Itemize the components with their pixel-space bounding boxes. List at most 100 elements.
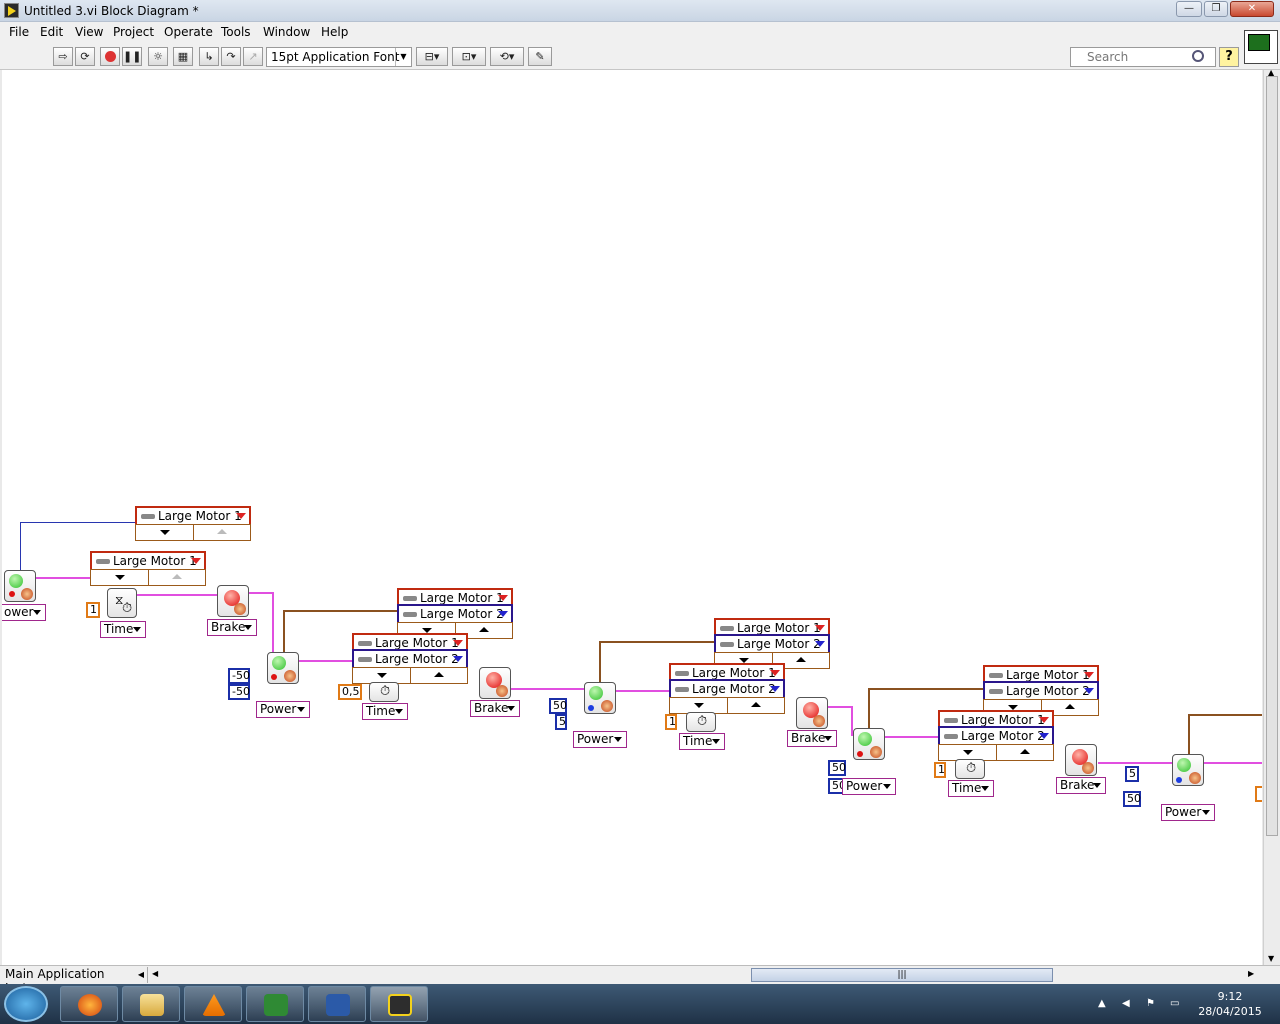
mode-selector[interactable]: Time: [362, 703, 408, 720]
wait-time-block[interactable]: ⧖ ⏱: [107, 588, 137, 618]
pause-icon[interactable]: ❚❚: [122, 47, 142, 66]
mode-selector[interactable]: Power: [573, 731, 627, 748]
menu-project[interactable]: Project: [113, 25, 154, 39]
brake-block[interactable]: [217, 585, 249, 617]
brake-block[interactable]: [1065, 744, 1097, 776]
mode-selector[interactable]: Time: [948, 780, 994, 797]
mode-selector[interactable]: ower: [2, 604, 46, 621]
move-tank-block[interactable]: [853, 728, 885, 760]
block-diagram-canvas[interactable]: ower Large Motor 1 Large Motor 1 1 ⧖ ⏱ Ti…: [2, 70, 1262, 966]
minimize-button[interactable]: —: [1176, 1, 1202, 17]
mode-selector[interactable]: Power: [256, 701, 310, 718]
numeric-constant[interactable]: 50: [549, 698, 567, 714]
close-button[interactable]: ✕: [1230, 1, 1274, 17]
clock[interactable]: 9:12 28/04/2015: [1190, 989, 1270, 1019]
port-selector[interactable]: Large Motor 2: [397, 604, 513, 624]
step-over-icon[interactable]: ↷: [221, 47, 241, 66]
show-hidden-icons-icon[interactable]: ▲: [1098, 998, 1110, 1010]
move-tank-block[interactable]: [4, 570, 36, 602]
mode-selector[interactable]: Power: [1161, 804, 1215, 821]
mode-selector[interactable]: Time: [679, 733, 725, 750]
distribute-objects-icon[interactable]: ⊡▾: [452, 47, 486, 66]
firefox-task[interactable]: [60, 986, 118, 1022]
menu-edit[interactable]: Edit: [40, 25, 63, 39]
word-task[interactable]: [308, 986, 366, 1022]
action-center-icon[interactable]: ⚑: [1146, 998, 1158, 1010]
port-selector[interactable]: Large Motor 1: [90, 551, 206, 571]
vertical-scrollbar[interactable]: ▲ ▼: [1263, 68, 1280, 966]
numeric-constant[interactable]: -50: [228, 684, 250, 700]
context-help-button[interactable]: ?: [1219, 47, 1239, 67]
maximize-button[interactable]: ❐: [1204, 1, 1228, 17]
port-selector[interactable]: Large Motor 2: [983, 681, 1099, 701]
menu-help[interactable]: Help: [321, 25, 348, 39]
port-selector[interactable]: Large Motor 2: [714, 634, 830, 654]
explorer-task[interactable]: [122, 986, 180, 1022]
numeric-constant[interactable]: 50: [828, 760, 846, 776]
abort-icon[interactable]: [100, 47, 120, 66]
align-objects-icon[interactable]: ⊟▾: [416, 47, 448, 66]
wait-time-block[interactable]: ⏱: [955, 759, 985, 779]
move-steering-block[interactable]: [584, 682, 616, 714]
application-instance[interactable]: Main Application Instance◀: [2, 967, 148, 995]
numeric-constant[interactable]: 5: [555, 714, 567, 730]
scroll-thumb[interactable]: [1266, 76, 1278, 836]
step-into-icon[interactable]: ↳: [199, 47, 219, 66]
port-selector[interactable]: Large Motor 2: [669, 679, 785, 699]
numeric-constant[interactable]: 1: [934, 762, 946, 778]
reorder-icon[interactable]: ⟲▾: [490, 47, 524, 66]
run-continuously-icon[interactable]: ⟳: [75, 47, 95, 66]
arrow-left-icon[interactable]: ◀: [152, 969, 158, 978]
port-selector[interactable]: Large Motor 1: [135, 506, 251, 526]
numeric-constant[interactable]: -50: [228, 668, 250, 684]
run-arrow-icon[interactable]: ⇨: [53, 47, 73, 66]
direction-selector[interactable]: [938, 744, 1054, 761]
clean-up-diagram-icon[interactable]: ✎: [528, 47, 552, 66]
mode-selector[interactable]: Brake: [1056, 777, 1106, 794]
numeric-constant[interactable]: 50: [1123, 791, 1141, 807]
labview-task[interactable]: [370, 986, 428, 1022]
menu-tools[interactable]: Tools: [221, 25, 251, 39]
search-icon[interactable]: [1192, 50, 1204, 62]
horizontal-scrollbar[interactable]: ◀ ||| ▶: [150, 967, 1260, 983]
move-tank-block[interactable]: [267, 652, 299, 684]
brake-block[interactable]: [796, 697, 828, 729]
numeric-constant[interactable]: [1255, 786, 1262, 802]
mode-selector[interactable]: Brake: [470, 700, 520, 717]
numeric-constant[interactable]: 0,5: [338, 684, 362, 700]
highlight-execution-icon[interactable]: ☼: [148, 47, 168, 66]
mode-selector[interactable]: Time: [100, 621, 146, 638]
numeric-constant[interactable]: 1: [86, 602, 100, 618]
wait-time-block[interactable]: ⏱: [686, 712, 716, 732]
mode-selector[interactable]: Brake: [207, 619, 257, 636]
font-select[interactable]: 15pt Application Font ▼: [266, 47, 412, 67]
start-button[interactable]: [4, 986, 48, 1022]
menu-view[interactable]: View: [75, 25, 103, 39]
numeric-constant[interactable]: 1: [665, 714, 677, 730]
scroll-thumb[interactable]: |||: [751, 968, 1053, 982]
arrow-right-icon[interactable]: ▶: [1248, 969, 1254, 978]
direction-selector[interactable]: [90, 569, 206, 586]
direction-selector[interactable]: [135, 524, 251, 541]
volume-icon[interactable]: ◀: [1122, 998, 1134, 1010]
wait-time-block[interactable]: ⏱: [369, 682, 399, 702]
menu-operate[interactable]: Operate: [164, 25, 213, 39]
menu-window[interactable]: Window: [263, 25, 310, 39]
mode-selector[interactable]: Brake: [787, 730, 837, 747]
retain-wire-values-icon[interactable]: ▦: [173, 47, 193, 66]
menu-file[interactable]: File: [9, 25, 29, 39]
network-icon[interactable]: ▭: [1170, 998, 1182, 1010]
step-out-icon[interactable]: ↗: [243, 47, 263, 66]
vlc-task[interactable]: [184, 986, 242, 1022]
project-task[interactable]: [246, 986, 304, 1022]
port-selector[interactable]: Large Motor 2: [938, 726, 1054, 746]
mode-selector[interactable]: Power: [842, 778, 896, 795]
direction-selector[interactable]: [352, 667, 468, 684]
numeric-constant[interactable]: 5: [1125, 766, 1139, 782]
move-steering-block[interactable]: [1172, 754, 1204, 786]
vi-connector-icon[interactable]: [1244, 30, 1278, 64]
arrow-down-icon[interactable]: ▼: [1268, 954, 1274, 963]
direction-selector[interactable]: [669, 697, 785, 714]
brake-block[interactable]: [479, 667, 511, 699]
port-selector[interactable]: Large Motor 2: [352, 649, 468, 669]
